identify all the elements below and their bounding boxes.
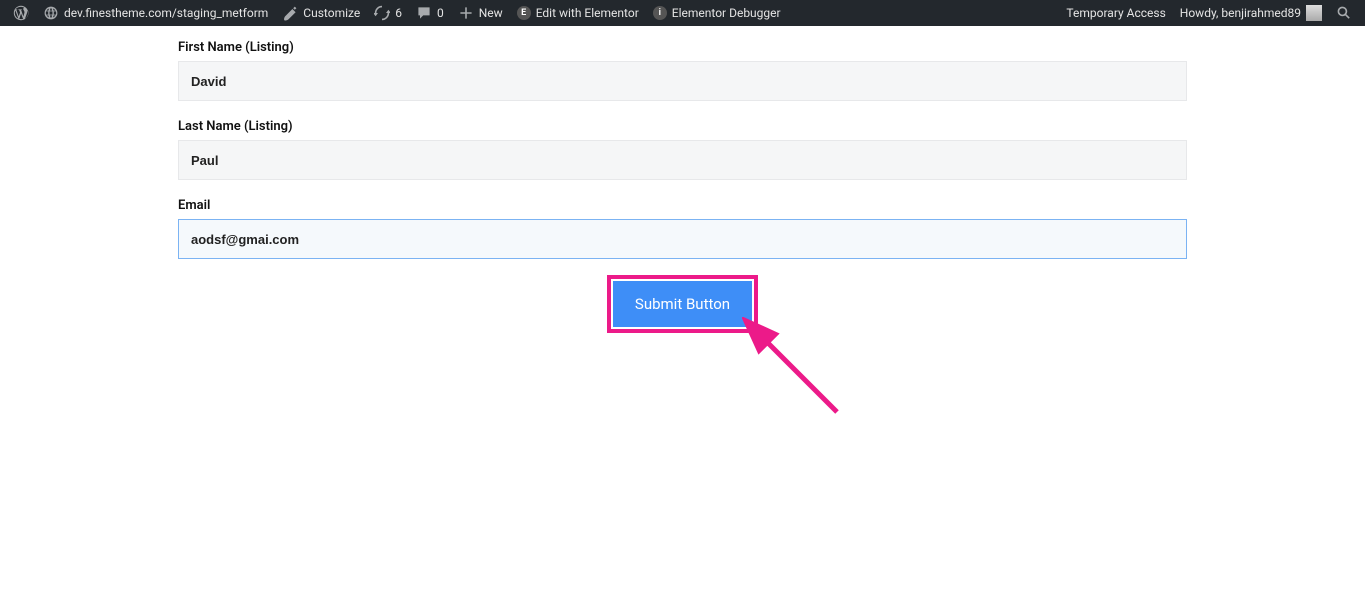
comments-count: 0 (437, 6, 444, 20)
temporary-access-link[interactable]: Temporary Access (1059, 0, 1172, 26)
my-account-link[interactable]: Howdy, benjirahmed89 (1173, 0, 1329, 26)
updates-link[interactable]: 6 (367, 0, 409, 26)
annotation-arrow (742, 317, 862, 437)
comments-icon (416, 5, 432, 21)
wordpress-icon (13, 5, 29, 21)
site-icon (43, 5, 59, 21)
form-page: First Name (Listing) Last Name (Listing)… (0, 26, 1365, 327)
updates-icon (374, 5, 390, 21)
avatar (1306, 5, 1322, 21)
temporary-access-label: Temporary Access (1066, 6, 1165, 20)
search-toggle[interactable] (1329, 0, 1359, 26)
updates-count: 6 (395, 6, 402, 20)
new-link[interactable]: New (451, 0, 510, 26)
site-name-text: dev.finestheme.com/staging_metform (64, 6, 268, 20)
search-icon (1336, 5, 1352, 21)
email-input[interactable] (178, 219, 1187, 259)
howdy-label: Howdy, benjirahmed89 (1180, 6, 1301, 20)
comments-link[interactable]: 0 (409, 0, 451, 26)
email-group: Email (178, 198, 1187, 259)
debugger-icon: i (653, 6, 667, 20)
customize-label: Customize (303, 6, 360, 20)
last-name-label: Last Name (Listing) (178, 119, 1187, 134)
submit-button[interactable]: Submit Button (613, 281, 752, 327)
wp-admin-bar: dev.finestheme.com/staging_metform Custo… (0, 0, 1365, 26)
edit-elementor-label: Edit with Elementor (536, 6, 639, 20)
email-label: Email (178, 198, 1187, 213)
submit-wrap: Submit Button (178, 281, 1187, 327)
elementor-debugger-label: Elementor Debugger (672, 6, 781, 20)
edit-elementor-link[interactable]: E Edit with Elementor (510, 0, 646, 26)
elementor-debugger-link[interactable]: i Elementor Debugger (646, 0, 788, 26)
wp-logo[interactable] (6, 0, 36, 26)
first-name-group: First Name (Listing) (178, 40, 1187, 101)
brush-icon (282, 5, 298, 21)
last-name-input[interactable] (178, 140, 1187, 180)
customize-link[interactable]: Customize (275, 0, 367, 26)
plus-icon (458, 5, 474, 21)
first-name-label: First Name (Listing) (178, 40, 1187, 55)
elementor-icon: E (517, 6, 531, 20)
admin-bar-left: dev.finestheme.com/staging_metform Custo… (6, 0, 788, 26)
admin-bar-right: Temporary Access Howdy, benjirahmed89 (1059, 0, 1359, 26)
site-name-link[interactable]: dev.finestheme.com/staging_metform (36, 0, 275, 26)
new-label: New (479, 6, 503, 20)
first-name-input[interactable] (178, 61, 1187, 101)
last-name-group: Last Name (Listing) (178, 119, 1187, 180)
